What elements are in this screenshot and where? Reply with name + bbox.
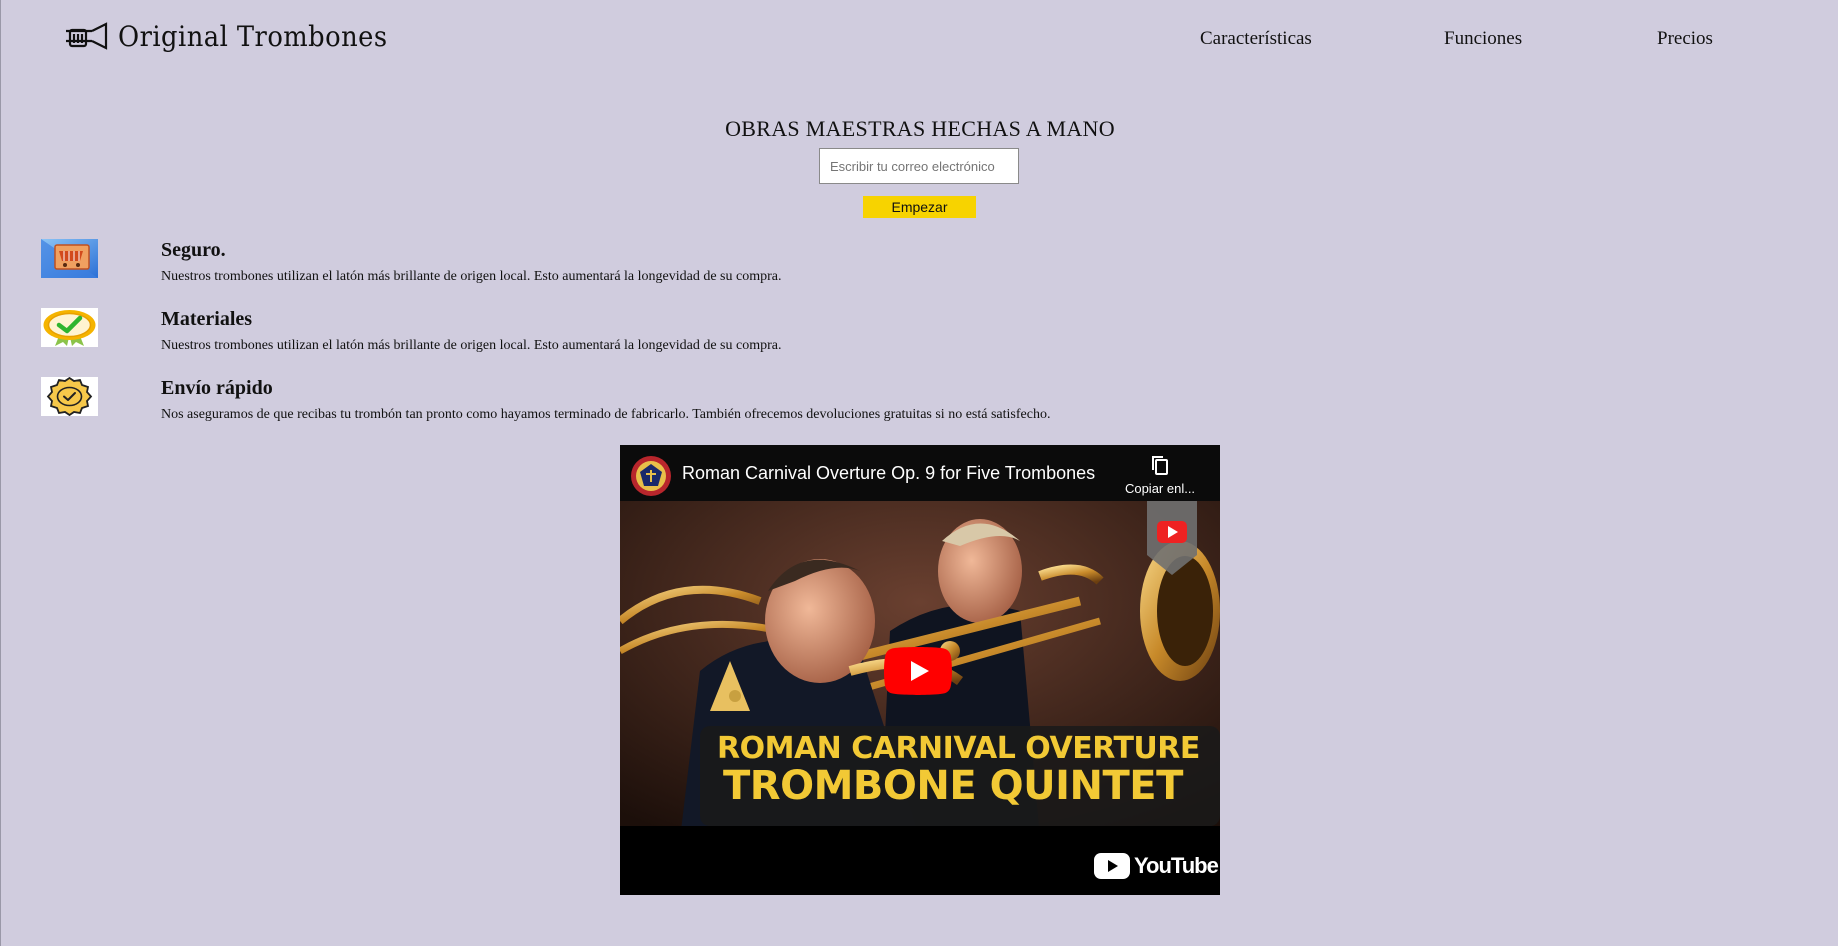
video-embed[interactable]: ROMAN CARNIVAL OVERTURE TROMBONE QUINTET… [620,445,1220,895]
video-title[interactable]: Roman Carnival Overture Op. 9 for Five T… [682,463,1095,484]
nav-link-funciones[interactable]: Funciones [1444,28,1522,50]
feature-title: Seguro. [161,239,226,261]
copy-link-label: Copiar enl... [1124,481,1196,496]
watch-later-icon[interactable] [1147,501,1197,575]
brand-logo[interactable]: Original Trombones [64,20,411,53]
shopping-cart-icon [41,239,98,278]
nav-link-caracteristicas[interactable]: Características [1200,28,1312,50]
youtube-icon [1094,853,1130,879]
site-header: Original Trombones Características Funci… [1,0,1838,80]
feature-title: Envío rápido [161,377,273,399]
feature-text: Nuestros trombones utilizan el latón más… [161,338,782,353]
thumbnail-banner-line1: ROMAN CARNIVAL OVERTURE [717,731,1200,766]
feature-text: Nos aseguramos de que recibas tu trombón… [161,407,1051,422]
nav-link-precios[interactable]: Precios [1657,28,1713,50]
hero-section: OBRAS MAESTRAS HECHAS A MANO [1,116,1838,142]
youtube-wordmark: YouTube [1134,853,1219,878]
email-input[interactable] [819,148,1019,184]
copy-link-button[interactable]: Copiar enl... [1110,455,1210,496]
video-title-bar: Roman Carnival Overture Op. 9 for Five T… [620,445,1220,501]
brand-name: Original Trombones [118,20,388,53]
feature-text: Nuestros trombones utilizan el latón más… [161,269,782,284]
thumbnail-banner-line2: TROMBONE QUINTET [723,763,1183,809]
channel-avatar-icon[interactable] [631,456,671,496]
youtube-logo[interactable]: YouTube [1094,853,1219,879]
verified-seal-icon [41,377,98,416]
hero-title: OBRAS MAESTRAS HECHAS A MANO [725,116,1115,141]
copy-icon [1152,456,1168,475]
feature-title: Materiales [161,308,253,330]
quality-badge-icon [41,308,98,347]
play-icon[interactable] [884,647,952,695]
trombone-logo-icon [66,21,108,50]
start-button[interactable]: Empezar [863,196,976,218]
